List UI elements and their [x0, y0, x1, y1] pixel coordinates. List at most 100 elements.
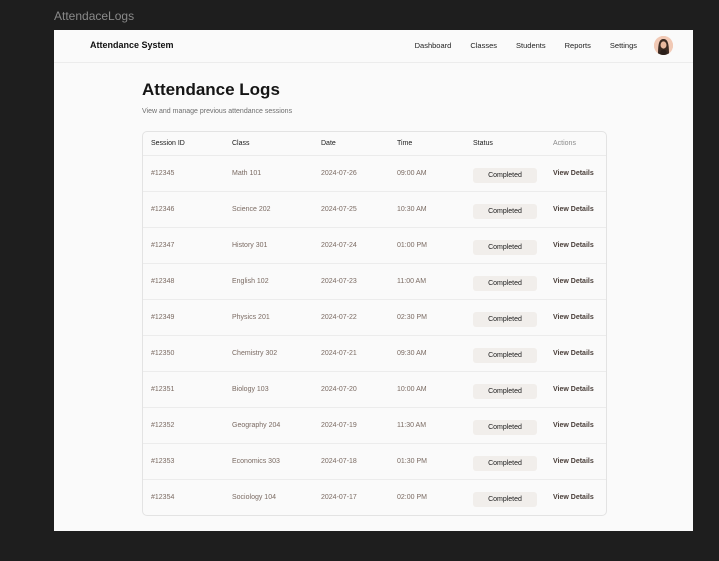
view-details-link[interactable]: View Details	[553, 314, 594, 321]
view-details-link[interactable]: View Details	[553, 422, 594, 429]
status-badge: Completed	[473, 384, 537, 399]
table-header: Session ID Class Date Time Status Action…	[143, 132, 606, 156]
status-badge: Completed	[473, 276, 537, 291]
header-time: Time	[397, 140, 413, 147]
status-badge: Completed	[473, 312, 537, 327]
nav-settings[interactable]: Settings	[610, 41, 637, 50]
status-cell: Completed	[473, 236, 537, 255]
nav-links: Dashboard Classes Students Reports Setti…	[396, 41, 637, 50]
date-cell: 2024-07-19	[321, 422, 357, 429]
time-cell: 09:00 AM	[397, 170, 427, 177]
brand-title: Attendance System	[90, 40, 174, 50]
class-cell: Economics 303	[232, 458, 280, 465]
status-badge: Completed	[473, 204, 537, 219]
nav-classes[interactable]: Classes	[470, 41, 497, 50]
class-cell: Chemistry 302	[232, 350, 278, 357]
status-badge: Completed	[473, 420, 537, 435]
table-row: #12346 Science 202 2024-07-25 10:30 AM Compl…	[143, 192, 606, 228]
view-details-link[interactable]: View Details	[553, 458, 594, 465]
date-cell: 2024-07-25	[321, 206, 357, 213]
logs-table: Session ID Class Date Time Status Action…	[142, 131, 607, 516]
header-date: Date	[321, 140, 336, 147]
session-id-cell: #12345	[151, 170, 175, 177]
time-cell: 02:00 PM	[397, 494, 427, 501]
time-cell: 11:30 AM	[397, 422, 427, 429]
status-badge: Completed	[473, 456, 537, 471]
table-row: #12354 Sociology 104 2024-07-17 02:00 PM Com…	[143, 480, 606, 515]
header-session-id: Session ID	[151, 140, 185, 147]
session-id-cell: #12348	[151, 278, 175, 285]
session-id-cell: #12350	[151, 350, 175, 357]
status-cell: Completed	[473, 308, 537, 327]
view-details-link[interactable]: View Details	[553, 206, 594, 213]
status-cell: Completed	[473, 416, 537, 435]
avatar-icon	[654, 36, 673, 55]
session-id-cell: #12346	[151, 206, 175, 213]
table-body: #12345 Math 101 2024-07-26 09:00 AM Complete…	[143, 156, 606, 515]
class-cell: Physics 201	[232, 314, 270, 321]
time-cell: 01:30 PM	[397, 458, 427, 465]
date-cell: 2024-07-17	[321, 494, 357, 501]
date-cell: 2024-07-18	[321, 458, 357, 465]
time-cell: 10:30 AM	[397, 206, 427, 213]
session-id-cell: #12351	[151, 386, 175, 393]
date-cell: 2024-07-23	[321, 278, 357, 285]
date-cell: 2024-07-26	[321, 170, 357, 177]
status-badge: Completed	[473, 168, 537, 183]
nav-reports[interactable]: Reports	[565, 41, 591, 50]
table-row: #12353 Economics 303 2024-07-18 01:30 PM Com…	[143, 444, 606, 480]
session-id-cell: #12353	[151, 458, 175, 465]
date-cell: 2024-07-20	[321, 386, 357, 393]
status-cell: Completed	[473, 380, 537, 399]
table-row: #12349 Physics 201 2024-07-22 02:30 PM Compl…	[143, 300, 606, 336]
header-actions: Actions	[553, 140, 576, 147]
nav-students[interactable]: Students	[516, 41, 546, 50]
session-id-cell: #12349	[151, 314, 175, 321]
session-id-cell: #12347	[151, 242, 175, 249]
page-subtitle: View and manage previous attendance sess…	[142, 108, 293, 115]
nav-dashboard[interactable]: Dashboard	[415, 41, 452, 50]
date-cell: 2024-07-21	[321, 350, 357, 357]
class-cell: Math 101	[232, 170, 262, 177]
time-cell: 11:00 AM	[397, 278, 427, 285]
view-details-link[interactable]: View Details	[553, 386, 594, 393]
time-cell: 02:30 PM	[397, 314, 427, 321]
date-cell: 2024-07-24	[321, 242, 357, 249]
frame-label: AttendaceLogs	[54, 9, 135, 23]
class-cell: English 102	[232, 278, 269, 285]
class-cell: Science 202	[232, 206, 271, 213]
view-details-link[interactable]: View Details	[553, 170, 594, 177]
status-cell: Completed	[473, 488, 537, 507]
app-frame: Attendance System Dashboard Classes Stud…	[54, 30, 693, 531]
header-status: Status	[473, 140, 493, 147]
status-cell: Completed	[473, 164, 537, 183]
time-cell: 09:30 AM	[397, 350, 427, 357]
date-cell: 2024-07-22	[321, 314, 357, 321]
navbar: Attendance System Dashboard Classes Stud…	[54, 30, 693, 63]
avatar[interactable]	[654, 36, 673, 55]
view-details-link[interactable]: View Details	[553, 278, 594, 285]
table-row: #12345 Math 101 2024-07-26 09:00 AM Complete…	[143, 156, 606, 192]
table-row: #12347 History 301 2024-07-24 01:00 PM Compl…	[143, 228, 606, 264]
time-cell: 01:00 PM	[397, 242, 427, 249]
time-cell: 10:00 AM	[397, 386, 427, 393]
session-id-cell: #12352	[151, 422, 175, 429]
view-details-link[interactable]: View Details	[553, 242, 594, 249]
status-cell: Completed	[473, 452, 537, 471]
class-cell: History 301	[232, 242, 268, 249]
view-details-link[interactable]: View Details	[553, 350, 594, 357]
table-row: #12351 Biology 103 2024-07-20 10:00 AM Compl…	[143, 372, 606, 408]
table-row: #12350 Chemistry 302 2024-07-21 09:30 AM Com…	[143, 336, 606, 372]
session-id-cell: #12354	[151, 494, 175, 501]
table-row: #12352 Geography 204 2024-07-19 11:30 AM Com…	[143, 408, 606, 444]
status-badge: Completed	[473, 240, 537, 255]
status-badge: Completed	[473, 492, 537, 507]
status-badge: Completed	[473, 348, 537, 363]
class-cell: Sociology 104	[232, 494, 276, 501]
table-row: #12348 English 102 2024-07-23 11:00 AM Compl…	[143, 264, 606, 300]
class-cell: Geography 204	[232, 422, 281, 429]
status-cell: Completed	[473, 344, 537, 363]
view-details-link[interactable]: View Details	[553, 494, 594, 501]
header-class: Class	[232, 140, 250, 147]
status-cell: Completed	[473, 272, 537, 291]
